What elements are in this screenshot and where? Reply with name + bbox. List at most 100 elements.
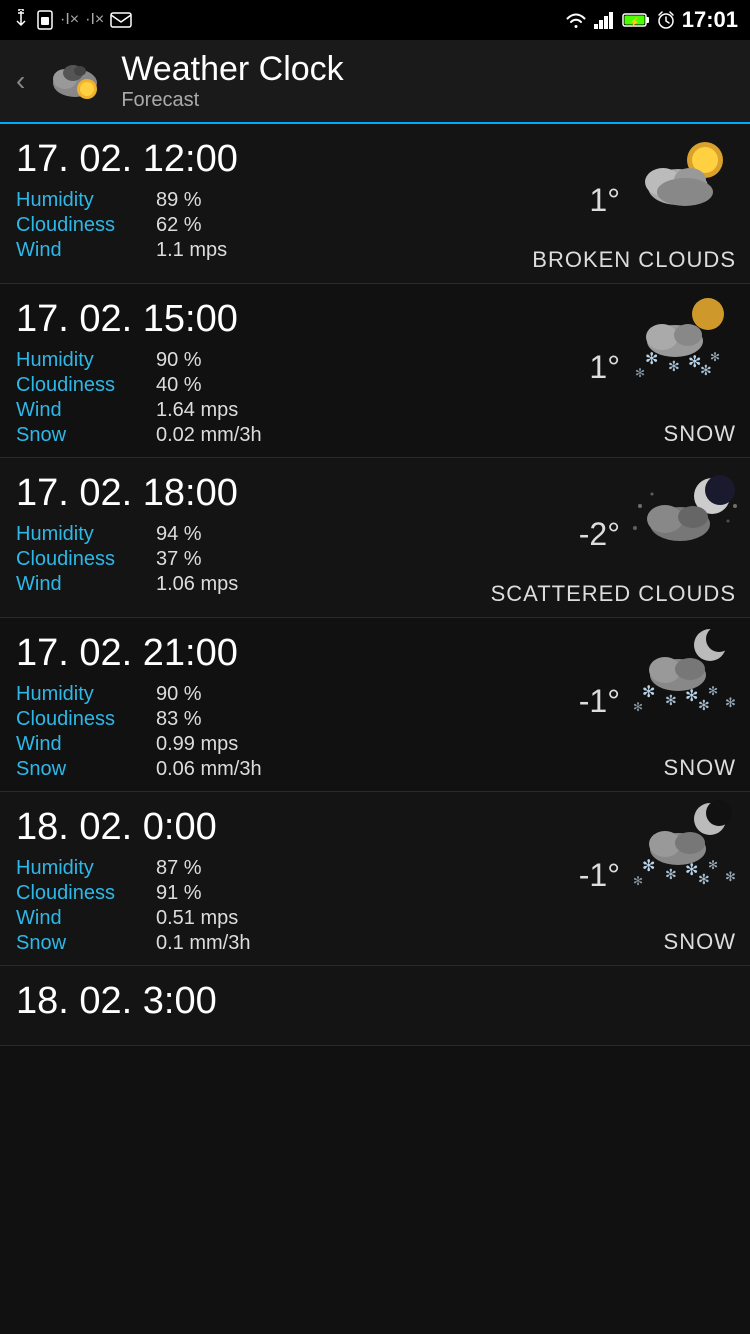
wind-value-2: 1.06 mps [156, 573, 238, 596]
wind-value-1: 1.64 mps [156, 399, 238, 422]
svg-text:✻: ✻ [685, 862, 698, 879]
cloudiness-row-1: Cloudiness40 % [16, 374, 734, 397]
status-left-icons: ·I× ·I× [12, 9, 132, 31]
snow-label-3: Snow [16, 758, 156, 781]
cloudiness-row-0: Cloudiness62 % [16, 214, 734, 237]
wind-label-2: Wind [16, 573, 156, 596]
svg-text:✻: ✻ [708, 858, 718, 872]
app-icon [45, 51, 105, 111]
humidity-value-1: 90 % [156, 349, 202, 372]
forecast-item-2: 17. 02. 18:00 Humidity94 %Cloudiness37 %… [0, 458, 750, 618]
humidity-label-1: Humidity [16, 349, 156, 372]
cloudiness-value-4: 91 % [156, 882, 202, 905]
cloudiness-label-1: Cloudiness [16, 374, 156, 397]
humidity-value-2: 94 % [156, 523, 202, 546]
forecast-details-3: Humidity90 %Cloudiness83 %Wind0.99 mpsSn… [16, 683, 734, 781]
humidity-value-4: 87 % [156, 857, 202, 880]
wind-row-1: Wind1.64 mps [16, 399, 734, 422]
forecast-datetime-3: 17. 02. 21:00 [16, 632, 734, 675]
cloudiness-value-0: 62 % [156, 214, 202, 237]
svg-text:⚡: ⚡ [629, 16, 640, 28]
weather-icon-4: ✻ ✻ ✻ ✻ ✻ ✻ ✻ [630, 802, 740, 882]
cloudiness-row-4: Cloudiness91 % [16, 882, 734, 905]
humidity-value-0: 89 % [156, 189, 202, 212]
svg-text:✻: ✻ [633, 874, 643, 887]
svg-text:✻: ✻ [665, 692, 677, 708]
cloudiness-label-0: Cloudiness [16, 214, 156, 237]
humidity-label-0: Humidity [16, 189, 156, 212]
cloudiness-label-2: Cloudiness [16, 548, 156, 571]
wind-label-4: Wind [16, 907, 156, 930]
svg-text:✻: ✻ [633, 700, 643, 713]
temp-display-3: -1° [579, 682, 620, 719]
weather-icon-2 [630, 468, 740, 548]
wind-label-3: Wind [16, 733, 156, 756]
humidity-value-3: 90 % [156, 683, 202, 706]
temp-display-0: 1° [589, 181, 620, 218]
condition-label-4: SNOW [664, 929, 736, 955]
svg-text:✻: ✻ [698, 871, 710, 887]
snow-row-3: Snow0.06 mm/3h [16, 758, 734, 781]
humidity-row-2: Humidity94 % [16, 523, 734, 546]
app-title-group: Weather Clock Forecast [121, 50, 343, 112]
wifi-icon [564, 11, 588, 29]
svg-text:✻: ✻ [685, 688, 698, 705]
cloudiness-row-3: Cloudiness83 % [16, 708, 734, 731]
svg-text:✻: ✻ [700, 362, 712, 378]
wind-label-0: Wind [16, 239, 156, 262]
forecast-details-4: Humidity87 %Cloudiness91 %Wind0.51 mpsSn… [16, 857, 734, 955]
app-title: Weather Clock [121, 50, 343, 89]
email-icon [110, 12, 132, 28]
snow-label-4: Snow [16, 932, 156, 955]
forecast-datetime-2: 17. 02. 18:00 [16, 472, 734, 515]
humidity-row-3: Humidity90 % [16, 683, 734, 706]
app-header: ‹ Weather Clock Forecast [0, 40, 750, 124]
humidity-label-4: Humidity [16, 857, 156, 880]
cloudiness-value-3: 83 % [156, 708, 202, 731]
svg-text:✻: ✻ [645, 351, 658, 368]
forecast-details-1: Humidity90 %Cloudiness40 %Wind1.64 mpsSn… [16, 349, 734, 447]
snow-value-3: 0.06 mm/3h [156, 758, 262, 781]
forecast-list: 17. 02. 12:00 Humidity89 %Cloudiness62 %… [0, 124, 750, 966]
temp-display-2: -2° [579, 515, 620, 552]
cloudiness-value-1: 40 % [156, 374, 202, 397]
battery-icon: ⚡ [622, 12, 650, 28]
weather-icon-0 [630, 134, 740, 214]
svg-text:✻: ✻ [642, 684, 655, 701]
signal-x2-icon: ·I× [85, 11, 104, 29]
back-arrow[interactable]: ‹ [16, 65, 25, 97]
forecast-datetime-0: 17. 02. 12:00 [16, 138, 734, 181]
app-subtitle: Forecast [121, 89, 343, 112]
snow-value-1: 0.02 mm/3h [156, 424, 262, 447]
svg-text:✻: ✻ [635, 366, 645, 379]
snow-label-1: Snow [16, 424, 156, 447]
wind-value-4: 0.51 mps [156, 907, 238, 930]
signal-icon [594, 11, 616, 29]
cloudiness-row-2: Cloudiness37 % [16, 548, 734, 571]
humidity-row-1: Humidity90 % [16, 349, 734, 372]
svg-text:✻: ✻ [665, 866, 677, 882]
weather-icon-3: ✻ ✻ ✻ ✻ ✻ ✻ ✻ [630, 628, 740, 708]
signal-x1-icon: ·I× [60, 11, 79, 29]
wind-value-3: 0.99 mps [156, 733, 238, 756]
alarm-icon [656, 10, 676, 30]
humidity-row-4: Humidity87 % [16, 857, 734, 880]
wind-row-3: Wind0.99 mps [16, 733, 734, 756]
condition-label-1: SNOW [664, 421, 736, 447]
wind-label-1: Wind [16, 399, 156, 422]
forecast-datetime-last: 18. 02. 3:00 [16, 980, 734, 1023]
sim-icon [36, 9, 54, 31]
snow-row-1: Snow0.02 mm/3h [16, 424, 734, 447]
forecast-item-1: 17. 02. 15:00 Humidity90 %Cloudiness40 %… [0, 284, 750, 458]
forecast-datetime-4: 18. 02. 0:00 [16, 806, 734, 849]
humidity-row-0: Humidity89 % [16, 189, 734, 212]
svg-text:✻: ✻ [668, 358, 680, 374]
condition-label-0: BROKEN CLOUDS [532, 247, 736, 273]
svg-text:✻: ✻ [725, 869, 736, 884]
svg-text:✻: ✻ [698, 697, 710, 713]
snow-row-4: Snow0.1 mm/3h [16, 932, 734, 955]
temp-display-4: -1° [579, 856, 620, 893]
cloudiness-label-4: Cloudiness [16, 882, 156, 905]
condition-label-2: SCATTERED CLOUDS [491, 581, 736, 607]
forecast-datetime-1: 17. 02. 15:00 [16, 298, 734, 341]
